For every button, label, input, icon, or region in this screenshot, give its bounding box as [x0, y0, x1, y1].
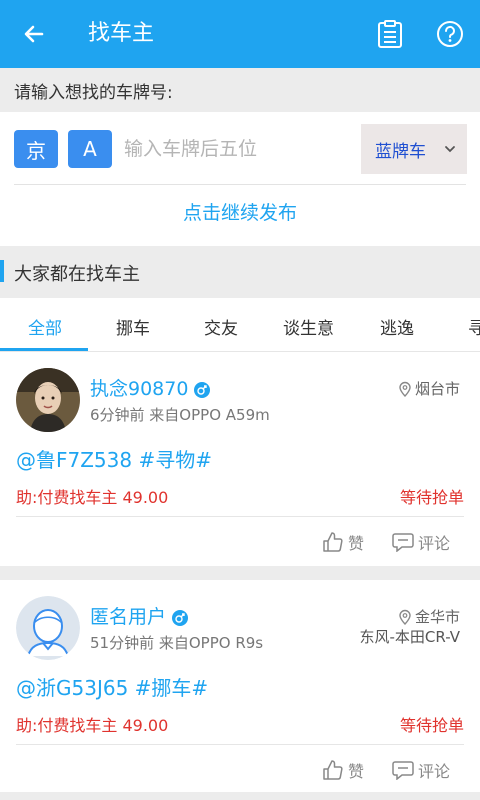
status-badge: 等待抢单 — [399, 488, 464, 507]
active-tab-indicator — [0, 348, 88, 351]
continue-publish-button[interactable]: 点击继续发布 — [0, 198, 480, 225]
section-accent-bar — [0, 260, 4, 282]
help-button[interactable] — [432, 16, 468, 52]
reward-text: 助:付费找车主 49.00 — [16, 488, 169, 507]
post-card[interactable]: 执念90870 6分钟前 来自OPPO A59m 烟台市 @鲁F7Z538 #寻… — [0, 352, 480, 566]
thumbs-up-icon — [323, 532, 343, 552]
avatar[interactable] — [16, 368, 80, 432]
comment-button[interactable]: 评论 — [392, 758, 450, 782]
like-label: 赞 — [348, 534, 365, 553]
plate-color-label: 蓝牌车 — [375, 141, 426, 162]
comment-icon — [392, 533, 414, 552]
status-badge: 等待抢单 — [399, 716, 464, 735]
male-icon — [194, 381, 211, 398]
plate-input-panel: 京 A 蓝牌车 点击继续发布 — [0, 112, 480, 246]
location-text: 烟台市 — [414, 380, 460, 398]
location: 烟台市 — [398, 378, 460, 399]
back-button[interactable] — [16, 16, 52, 52]
tab-friends[interactable]: 交友 — [204, 314, 238, 339]
post-plate-tag[interactable]: @鲁F7Z538 #寻物# — [16, 444, 212, 473]
user-photo-icon — [16, 368, 80, 432]
avatar[interactable] — [16, 596, 80, 660]
username[interactable]: 匿名用户 — [90, 602, 189, 629]
plate-prompt: 请输入想找的车牌号: — [0, 68, 480, 112]
like-button[interactable]: 赞 — [322, 758, 364, 782]
chevron-down-icon — [445, 146, 455, 153]
post-meta: 51分钟前 来自OPPO R9s — [90, 634, 264, 652]
username-text: 匿名用户 — [90, 606, 167, 628]
tab-search[interactable]: 寻 — [468, 314, 480, 339]
like-label: 赞 — [348, 762, 365, 781]
username[interactable]: 执念90870 — [90, 374, 211, 401]
plate-number-input[interactable] — [124, 132, 344, 166]
divider — [14, 184, 466, 185]
male-icon — [172, 609, 189, 626]
plate-prompt-text: 请输入想找的车牌号: — [14, 83, 173, 103]
tab-business[interactable]: 谈生意 — [283, 314, 334, 339]
thumbs-up-icon — [323, 760, 343, 780]
like-button[interactable]: 赞 — [322, 530, 364, 554]
anonymous-user-icon — [16, 596, 80, 660]
divider — [16, 744, 464, 745]
username-text: 执念90870 — [90, 378, 189, 400]
province-selector[interactable]: 京 — [14, 130, 58, 168]
car-model: 东风-本田CR-V — [359, 628, 461, 646]
letter-selector[interactable]: A — [68, 130, 112, 168]
clipboard-icon — [378, 20, 402, 48]
comment-label: 评论 — [418, 534, 451, 553]
location-pin-icon — [399, 609, 411, 625]
tab-all[interactable]: 全部 — [28, 314, 62, 339]
clipboard-button[interactable] — [372, 16, 408, 52]
comment-label: 评论 — [418, 762, 451, 781]
app-header: 找车主 — [0, 0, 480, 68]
divider — [16, 516, 464, 517]
category-tabs: 全部 挪车 交友 谈生意 逃逸 寻 — [0, 298, 480, 352]
tab-move-car[interactable]: 挪车 — [116, 314, 150, 339]
comment-button[interactable]: 评论 — [392, 530, 450, 554]
section-header: 大家都在找车主 — [0, 248, 480, 296]
section-title: 大家都在找车主 — [14, 264, 140, 285]
reward-text: 助:付费找车主 49.00 — [16, 716, 169, 735]
location: 金华市 — [398, 606, 460, 627]
arrow-left-icon — [24, 25, 44, 43]
comment-icon — [392, 761, 414, 780]
tab-hit-and-run[interactable]: 逃逸 — [380, 314, 414, 339]
page-title: 找车主 — [88, 21, 155, 46]
location-text: 金华市 — [414, 608, 460, 626]
post-card[interactable]: 匿名用户 51分钟前 来自OPPO R9s 金华市 东风-本田CR-V @浙G5… — [0, 580, 480, 792]
post-plate-tag[interactable]: @浙G53J65 #挪车# — [16, 672, 208, 701]
help-circle-icon — [437, 21, 463, 47]
post-meta: 6分钟前 来自OPPO A59m — [90, 406, 270, 424]
plate-color-dropdown[interactable]: 蓝牌车 — [361, 124, 467, 174]
location-pin-icon — [399, 381, 411, 397]
